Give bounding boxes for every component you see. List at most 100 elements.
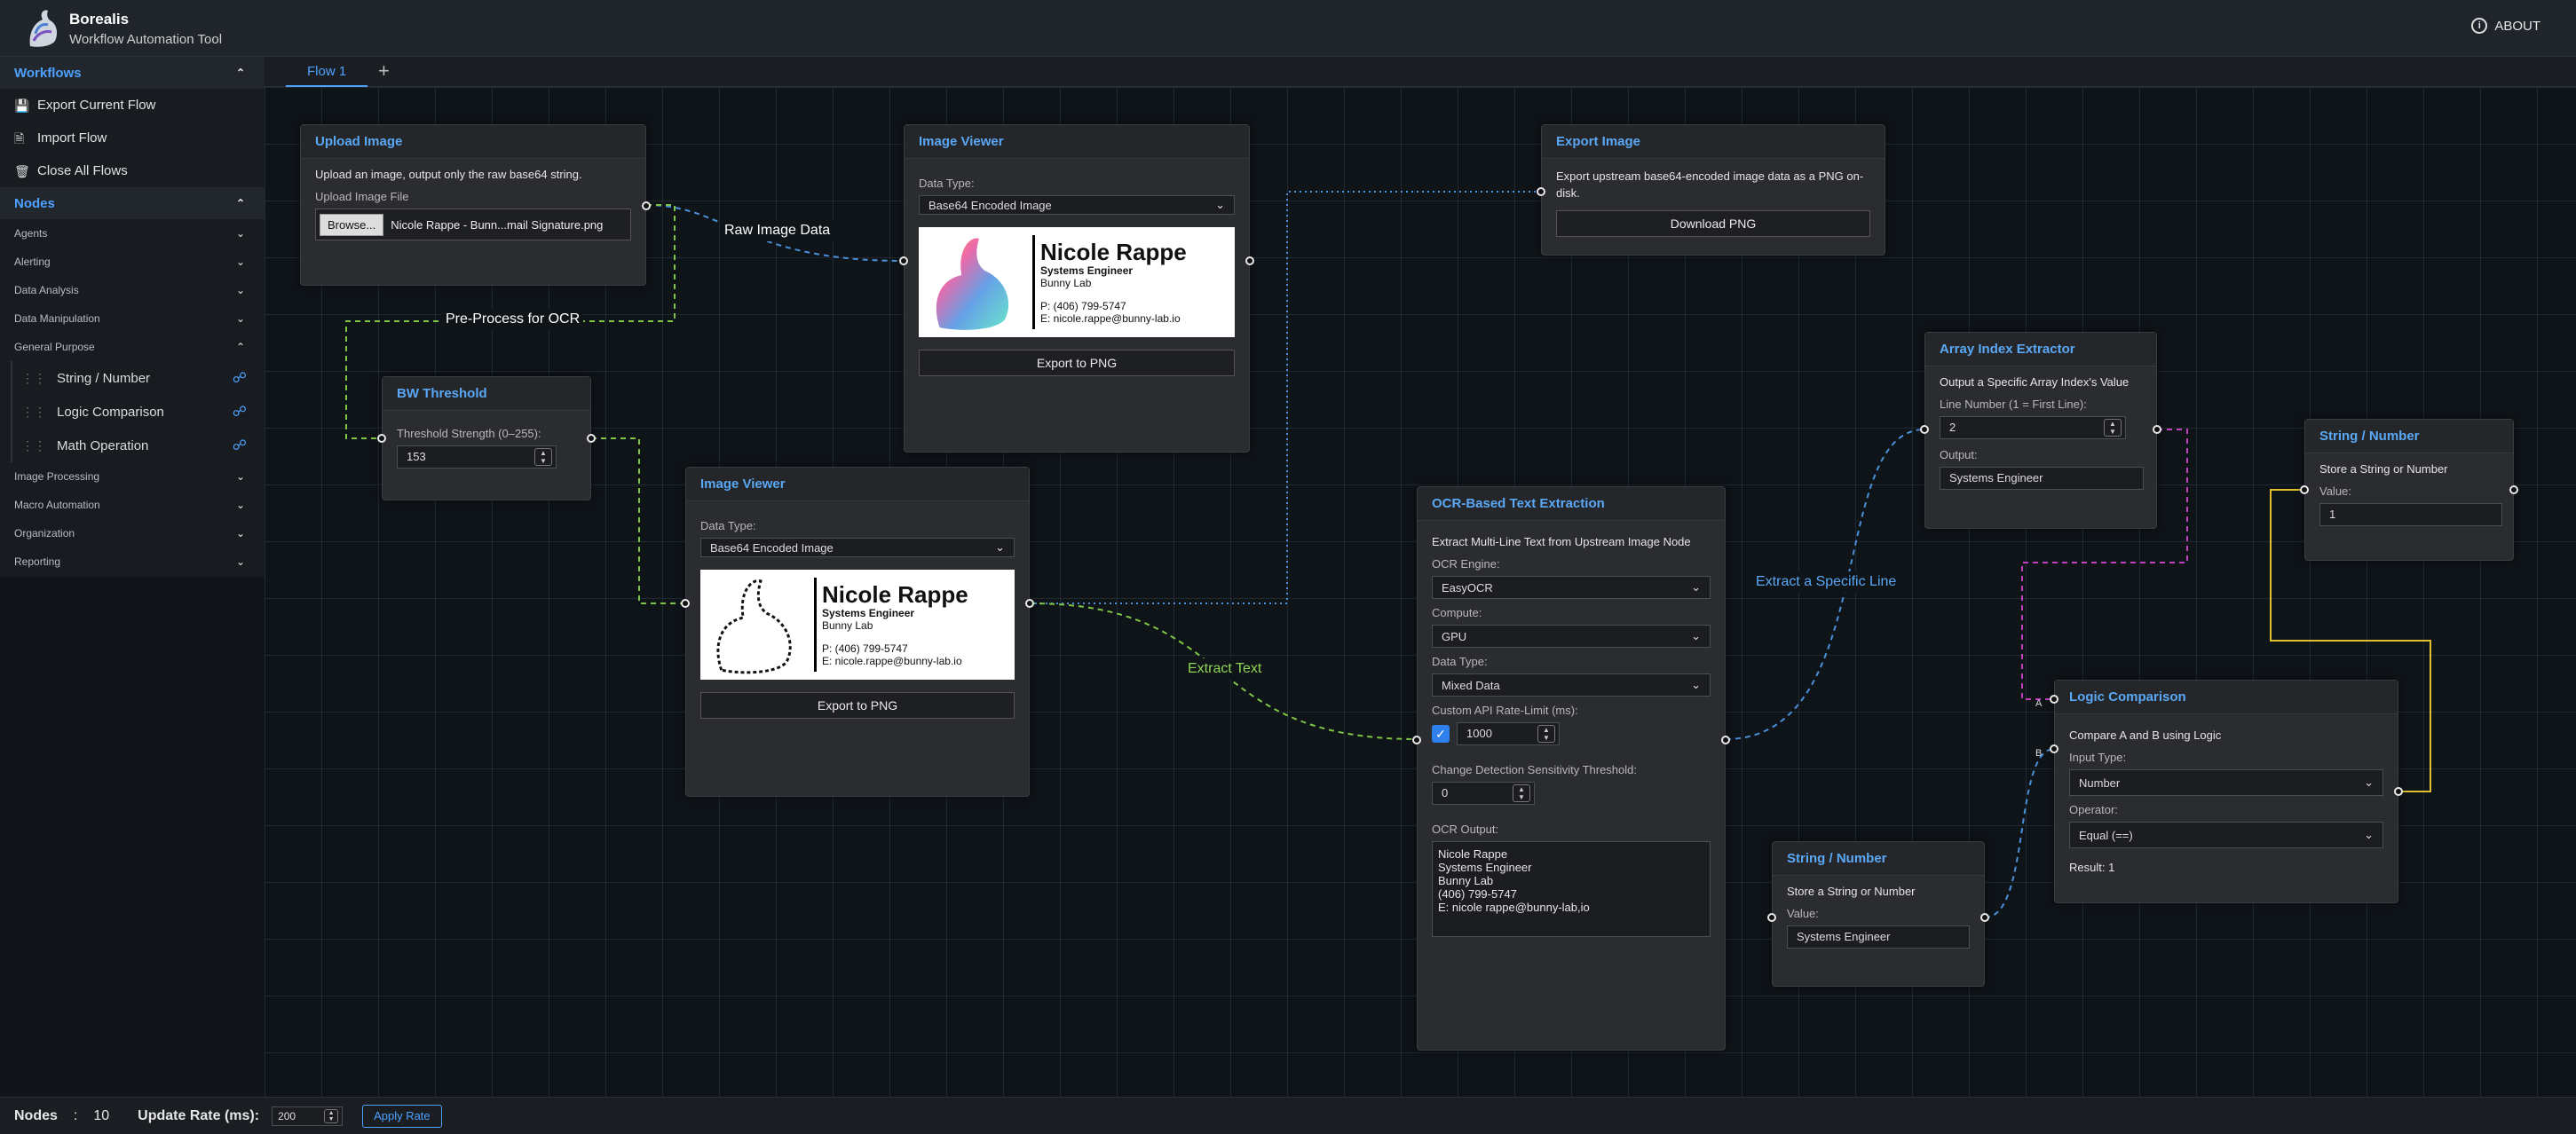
download-png-button[interactable]: Download PNG: [1556, 210, 1870, 237]
threshold-input[interactable]: 153 ▲ ▼: [397, 445, 557, 469]
category-macro-automation[interactable]: Macro Automation ⌄: [0, 491, 265, 519]
category-image-processing[interactable]: Image Processing ⌄: [0, 462, 265, 491]
import-flow-button[interactable]: 🗎 Import Flow: [0, 122, 265, 154]
input-port[interactable]: [377, 434, 386, 443]
export-flow-button[interactable]: 💾 Export Current Flow: [0, 89, 265, 122]
save-icon: 💾: [14, 98, 30, 113]
category-general-purpose[interactable]: General Purpose ⌃: [0, 333, 265, 361]
node-title: Logic Comparison: [2055, 681, 2398, 714]
ocr-engine-select[interactable]: EasyOCR ⌄: [1432, 576, 1711, 599]
node-ocr-extraction[interactable]: OCR-Based Text Extraction Extract Multi-…: [1412, 486, 1730, 1051]
file-input[interactable]: Browse... Nicole Rappe - Bunn...mail Sig…: [315, 209, 631, 240]
input-port[interactable]: [899, 256, 908, 265]
spinner-icon[interactable]: ▲ ▼: [534, 448, 552, 466]
output-port[interactable]: [642, 201, 651, 210]
close-flows-button[interactable]: 🗑 Close All Flows: [0, 154, 265, 187]
spinner-icon[interactable]: ▲ ▼: [1513, 784, 1530, 802]
data-type-label: Data Type:: [919, 177, 975, 190]
output-field[interactable]: Systems Engineer: [1940, 467, 2144, 490]
about-button[interactable]: i ABOUT: [2471, 18, 2540, 34]
node-title: OCR-Based Text Extraction: [1418, 487, 1725, 521]
node-upload-image[interactable]: Upload Image Upload an image, output onl…: [300, 124, 651, 286]
category-organization[interactable]: Organization ⌄: [0, 519, 265, 547]
data-type-select[interactable]: Base64 Encoded Image ⌄: [700, 538, 1015, 557]
value-input[interactable]: Systems Engineer: [1787, 925, 1970, 949]
rate-limit-label: Custom API Rate-Limit (ms):: [1432, 704, 1578, 717]
browse-button[interactable]: Browse...: [320, 213, 384, 236]
tab-flow-1[interactable]: Flow 1: [286, 57, 368, 87]
compute-label: Compute:: [1432, 606, 1482, 619]
data-type-select[interactable]: Base64 Encoded Image ⌄: [919, 195, 1235, 215]
output-port[interactable]: [2153, 425, 2161, 434]
node-title: Upload Image: [301, 125, 645, 159]
ocr-engine-label: OCR Engine:: [1432, 557, 1500, 571]
input-port[interactable]: [2300, 485, 2309, 494]
spinner-icon[interactable]: ▲ ▼: [2104, 419, 2122, 437]
apply-rate-button[interactable]: Apply Rate: [362, 1104, 442, 1128]
data-type-select[interactable]: Mixed Data ⌄: [1432, 673, 1711, 697]
workflows-section-header[interactable]: Workflows ⌃: [0, 57, 265, 89]
ocr-output-label: OCR Output:: [1432, 823, 1499, 836]
threshold-value: 153: [407, 450, 426, 463]
input-port[interactable]: [1537, 187, 1545, 196]
ocr-output-textarea[interactable]: Nicole Rappe Systems Engineer Bunny Lab …: [1432, 841, 1711, 937]
output-port[interactable]: [2394, 787, 2403, 796]
export-png-button[interactable]: Export to PNG: [919, 350, 1235, 376]
node-image-viewer-2[interactable]: Image Viewer Data Type: Base64 Encoded I…: [681, 467, 1034, 797]
category-agents[interactable]: Agents ⌄: [0, 219, 265, 248]
node-logic-comparison[interactable]: Logic Comparison Compare A and B using L…: [2035, 680, 2403, 903]
category-alerting[interactable]: Alerting ⌄: [0, 248, 265, 276]
category-label: Alerting: [14, 256, 51, 268]
output-port[interactable]: [587, 434, 596, 443]
input-type-select[interactable]: Number ⌄: [2069, 769, 2383, 796]
input-port[interactable]: [1920, 425, 1929, 434]
line-number-input[interactable]: 2 ▲ ▼: [1940, 416, 2126, 439]
spinner-icon[interactable]: ▲ ▼: [324, 1108, 339, 1123]
share-icon: ☍: [232, 405, 247, 420]
category-data-manipulation[interactable]: Data Manipulation ⌄: [0, 304, 265, 333]
sidebar-node-math-operation[interactable]: ⋮⋮ Math Operation ☍: [11, 429, 265, 462]
sensitivity-input[interactable]: 0 ▲ ▼: [1432, 782, 1535, 805]
output-port[interactable]: [1245, 256, 1254, 265]
input-port-a[interactable]: [2050, 695, 2058, 704]
input-port[interactable]: [681, 599, 690, 608]
value-input[interactable]: 1: [2319, 503, 2502, 526]
node-bw-threshold[interactable]: BW Threshold Threshold Strength (0–255):…: [377, 376, 596, 500]
sidebar-node-logic-comparison[interactable]: ⋮⋮ Logic Comparison ☍: [11, 395, 265, 429]
rate-limit-checkbox[interactable]: ✓: [1432, 725, 1450, 743]
input-port[interactable]: [1412, 736, 1421, 744]
output-port[interactable]: [1721, 736, 1730, 744]
chevron-down-icon: ⌄: [235, 555, 245, 568]
nodes-section-header[interactable]: Nodes ⌃: [0, 187, 265, 219]
chevron-down-icon: ⌄: [995, 540, 1005, 554]
category-label: Reporting: [14, 555, 61, 568]
compute-select[interactable]: GPU ⌄: [1432, 625, 1711, 648]
add-tab-button[interactable]: +: [378, 57, 390, 85]
sidebar-node-string-number[interactable]: ⋮⋮ String / Number ☍: [11, 361, 265, 395]
port-b-label: B: [2035, 748, 2043, 759]
category-reporting[interactable]: Reporting ⌄: [0, 547, 265, 576]
export-png-button[interactable]: Export to PNG: [700, 692, 1015, 719]
node-string-number-2[interactable]: String / Number Store a String or Number…: [1767, 841, 1989, 987]
node-array-index-extractor[interactable]: Array Index Extractor Output a Specific …: [1920, 332, 2161, 529]
operator-select[interactable]: Equal (==) ⌄: [2069, 822, 2383, 848]
output-port[interactable]: [1980, 913, 1989, 922]
update-rate-label: Update Rate (ms):: [138, 1107, 260, 1123]
spinner-icon[interactable]: ▲ ▼: [1537, 725, 1555, 743]
import-flow-label: Import Flow: [37, 130, 107, 146]
category-data-analysis[interactable]: Data Analysis ⌄: [0, 276, 265, 304]
node-image-viewer-1[interactable]: Image Viewer Data Type: Base64 Encoded I…: [899, 124, 1254, 453]
category-label: Agents: [14, 227, 48, 240]
node-export-image[interactable]: Export Image Export upstream base64-enco…: [1537, 124, 1885, 256]
node-string-number-1[interactable]: String / Number Store a String or Number…: [2300, 419, 2518, 561]
workflows-section-label: Workflows: [14, 65, 82, 81]
input-port[interactable]: [1767, 913, 1776, 922]
value-label: Value:: [1787, 907, 1819, 920]
divider: [814, 578, 817, 672]
rate-limit-input[interactable]: 1000 ▲ ▼: [1457, 722, 1560, 745]
output-port[interactable]: [1025, 599, 1034, 608]
status-bar: Nodes : 10 Update Rate (ms): 200 ▲ ▼ Apply…: [0, 1097, 2576, 1134]
update-rate-input[interactable]: 200 ▲ ▼: [272, 1106, 344, 1126]
output-port[interactable]: [2509, 485, 2518, 494]
input-port-b[interactable]: [2050, 744, 2058, 753]
